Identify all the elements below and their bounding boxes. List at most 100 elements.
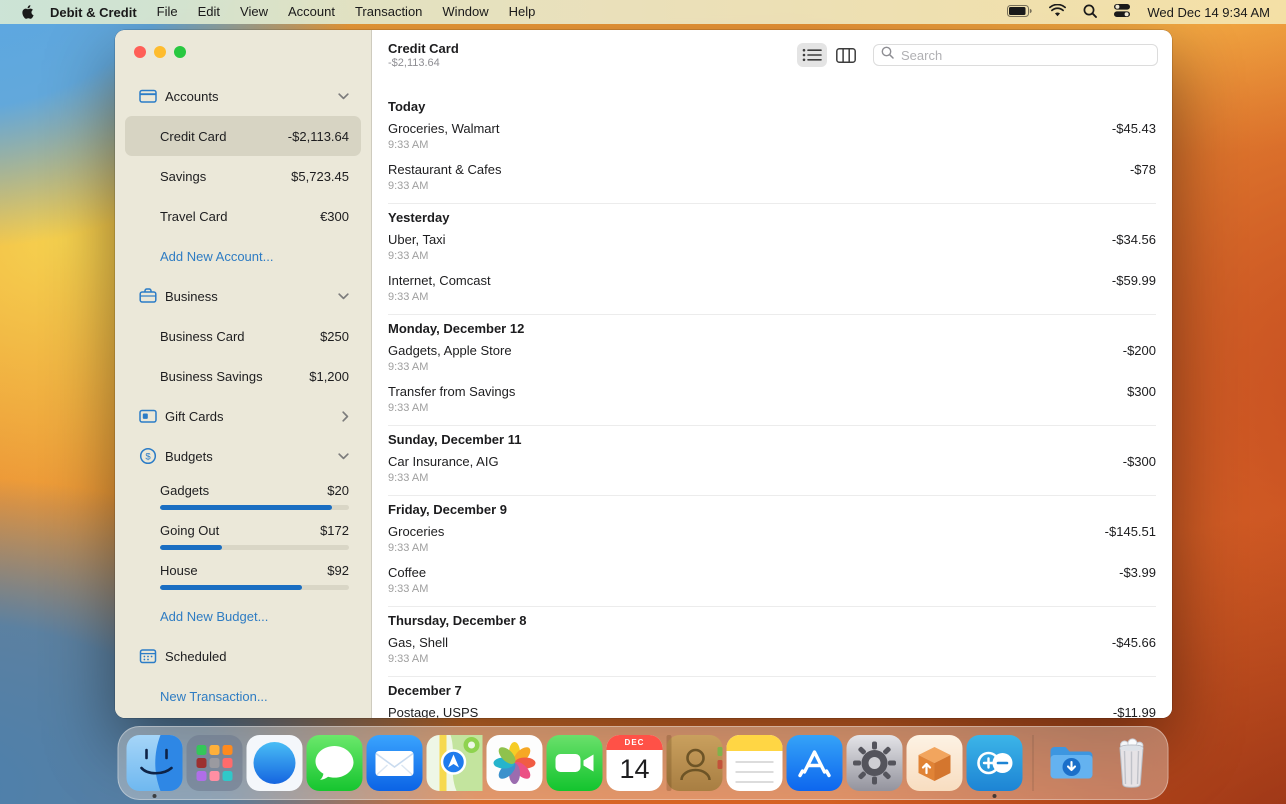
transaction-name: Postage, USPS [388, 705, 478, 718]
dock-item-maps[interactable] [427, 735, 483, 791]
sidebar-section-gift-cards[interactable]: Gift Cards [125, 396, 361, 436]
content-pane: Credit Card -$2,113.64 [372, 30, 1172, 718]
transaction-row[interactable]: Internet, Comcast9:33 AM -$59.99 [372, 273, 1172, 304]
running-indicator [153, 794, 157, 798]
mail-icon [367, 735, 423, 791]
menu-file[interactable]: File [147, 0, 188, 24]
transaction-row[interactable]: Coffee9:33 AM -$3.99 [372, 565, 1172, 596]
sidebar-item-credit-card[interactable]: Credit Card -$2,113.64 [125, 116, 361, 156]
transaction-row[interactable]: Groceries9:33 AM -$145.51 [372, 524, 1172, 555]
transaction-row[interactable]: Gas, Shell9:33 AM -$45.66 [372, 635, 1172, 666]
section-label: Scheduled [165, 649, 226, 664]
section-label: Gift Cards [165, 409, 224, 424]
menu-app-name[interactable]: Debit & Credit [40, 5, 147, 20]
sidebar-item-business-card[interactable]: Business Card $250 [125, 316, 361, 356]
transaction-row[interactable]: Gadgets, Apple Store9:33 AM -$200 [372, 343, 1172, 374]
sidebar-item-travel-card[interactable]: Travel Card €300 [125, 196, 361, 236]
dock-item-safari[interactable] [247, 735, 303, 791]
budget-item-house[interactable]: House $92 [125, 556, 361, 596]
menu-window[interactable]: Window [432, 0, 498, 24]
transaction-time: 9:33 AM [388, 472, 499, 485]
chevron-right-icon[interactable] [342, 411, 349, 422]
section-label: Business [165, 289, 218, 304]
sidebar-section-business[interactable]: Business [125, 276, 361, 316]
transaction-row[interactable]: Transfer from Savings9:33 AM $300 [372, 384, 1172, 415]
control-center-icon[interactable] [1114, 4, 1130, 20]
transaction-amount: -$34.56 [1112, 232, 1156, 248]
new-transaction-link[interactable]: New Transaction... [125, 676, 361, 716]
menu-account[interactable]: Account [278, 0, 345, 24]
sidebar-item-savings[interactable]: Savings $5,723.45 [125, 156, 361, 196]
spotlight-search-icon[interactable] [1083, 4, 1097, 21]
sidebar-section-accounts[interactable]: Accounts [125, 76, 361, 116]
chevron-down-icon[interactable] [338, 93, 349, 100]
search-input[interactable] [899, 47, 1150, 64]
dock-item-messages[interactable] [307, 735, 363, 791]
list-view-button[interactable] [797, 43, 827, 67]
zoom-button[interactable] [174, 46, 186, 58]
transaction-group-title: Monday, December 12 [388, 321, 1156, 337]
transaction-name: Gadgets, Apple Store [388, 343, 512, 359]
dock-item-debit-credit[interactable] [967, 735, 1023, 791]
dock-item-finder[interactable] [127, 735, 183, 791]
transaction-list: Today Groceries, Walmart9:33 AM -$45.43 … [372, 76, 1172, 718]
transaction-group-title: Yesterday [388, 210, 1156, 226]
battery-icon[interactable] [1007, 5, 1032, 20]
dock-item-package[interactable] [907, 735, 963, 791]
transaction-row[interactable]: Postage, USPS9:33 AM -$11.99 [372, 705, 1172, 718]
menu-help[interactable]: Help [499, 0, 546, 24]
dock-item-app-store[interactable] [787, 735, 843, 791]
transaction-amount: -$45.43 [1112, 121, 1156, 137]
transaction-time: 9:33 AM [388, 583, 428, 596]
sidebar-section-scheduled[interactable]: Scheduled [125, 636, 361, 676]
calendar-icon [139, 647, 158, 665]
budget-amount: $92 [327, 563, 349, 578]
photos-icon [487, 735, 543, 791]
contacts-icon [667, 735, 723, 791]
budget-progress-track [160, 585, 349, 590]
transaction-row[interactable]: Car Insurance, AIG9:33 AM -$300 [372, 454, 1172, 485]
apple-menu-icon[interactable] [12, 4, 40, 20]
budget-label: House [160, 563, 198, 578]
view-toggle [797, 43, 861, 67]
menu-transaction[interactable]: Transaction [345, 0, 432, 24]
menu-clock[interactable]: Wed Dec 14 9:34 AM [1147, 5, 1270, 20]
dock-item-mail[interactable] [367, 735, 423, 791]
sidebar-section-budgets[interactable]: $ Budgets [125, 436, 361, 476]
add-new-budget-link[interactable]: Add New Budget... [125, 596, 361, 636]
chevron-down-icon[interactable] [338, 293, 349, 300]
menu-edit[interactable]: Edit [188, 0, 230, 24]
dock-item-facetime[interactable] [547, 735, 603, 791]
minimize-button[interactable] [154, 46, 166, 58]
dock: DEC 14 [118, 726, 1169, 800]
budget-item-going-out[interactable]: Going Out $172 [125, 516, 361, 556]
add-new-account-link[interactable]: Add New Account... [125, 236, 361, 276]
group-divider [388, 425, 1156, 426]
columns-view-button[interactable] [831, 43, 861, 67]
dock-item-downloads[interactable] [1044, 735, 1100, 791]
chevron-down-icon[interactable] [338, 453, 349, 460]
close-button[interactable] [134, 46, 146, 58]
transaction-name: Groceries [388, 524, 444, 540]
dock-item-contacts[interactable] [667, 735, 723, 791]
transaction-row[interactable]: Groceries, Walmart9:33 AM -$45.43 [372, 121, 1172, 152]
budget-item-gadgets[interactable]: Gadgets $20 [125, 476, 361, 516]
content-header: Credit Card -$2,113.64 [372, 30, 1172, 76]
group-divider [388, 314, 1156, 315]
dock-item-calendar[interactable]: DEC 14 [607, 735, 663, 791]
dock-item-launchpad[interactable] [187, 735, 243, 791]
gift-card-icon [139, 407, 158, 425]
menu-bar: Debit & Credit File Edit View Account Tr… [0, 0, 1286, 24]
transaction-row[interactable]: Uber, Taxi9:33 AM -$34.56 [372, 232, 1172, 263]
menu-view[interactable]: View [230, 0, 278, 24]
dock-item-trash[interactable] [1104, 735, 1160, 791]
dock-item-system-settings[interactable] [847, 735, 903, 791]
dock-item-notes[interactable] [727, 735, 783, 791]
transaction-group-title: Today [388, 99, 1156, 115]
transaction-row[interactable]: Restaurant & Cafes9:33 AM -$78 [372, 162, 1172, 193]
transaction-time: 9:33 AM [388, 653, 448, 666]
dock-item-photos[interactable] [487, 735, 543, 791]
search-field[interactable] [873, 44, 1158, 66]
sidebar-item-business-savings[interactable]: Business Savings $1,200 [125, 356, 361, 396]
wifi-icon[interactable] [1049, 4, 1066, 20]
